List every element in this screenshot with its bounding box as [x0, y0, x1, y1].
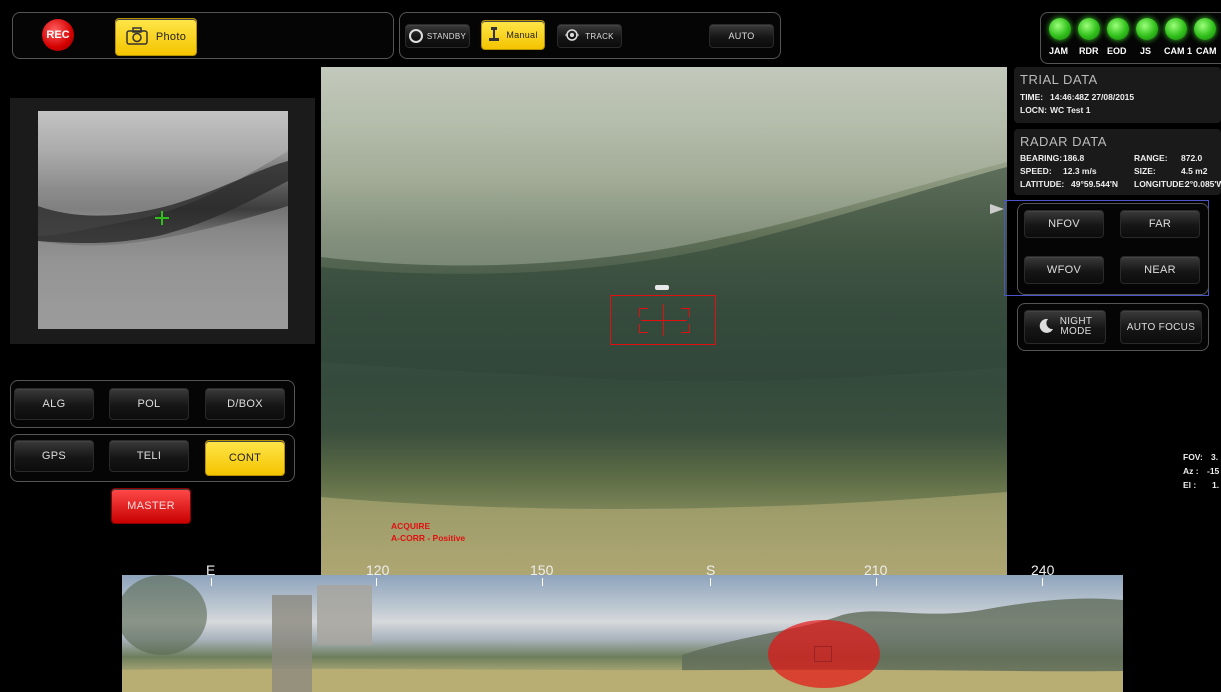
- track-label: TRACK: [585, 31, 614, 41]
- night-mode-text: NIGHT MODE: [1060, 317, 1093, 337]
- night-mode-label-2: MODE: [1060, 326, 1092, 337]
- status-led-cam: [1194, 18, 1216, 40]
- status-label-cam1: CAM 1: [1164, 46, 1193, 56]
- thermal-crosshair-icon: [155, 211, 169, 225]
- nfov-button[interactable]: NFOV: [1024, 210, 1104, 238]
- wfov-label: WFOV: [1046, 264, 1082, 276]
- auto-label: AUTO: [728, 31, 755, 41]
- radar-bearing-label: BEARING:: [1020, 153, 1063, 163]
- radar-speed-label: SPEED:: [1020, 166, 1052, 176]
- compass-tickmark-240: [1042, 578, 1043, 586]
- acorr-status: A-CORR - Positive: [391, 533, 466, 543]
- photo-label: Photo: [155, 31, 187, 43]
- rec-label: REC: [46, 29, 70, 41]
- radar-speed-value: 12.3 m/s: [1063, 166, 1097, 176]
- teli-button[interactable]: TELI: [109, 440, 189, 472]
- radar-range-label: RANGE:: [1134, 153, 1168, 163]
- trial-locn-value: WC Test 1: [1050, 105, 1091, 115]
- compass-tickmark-210: [876, 578, 877, 586]
- manual-label: Manual: [506, 30, 538, 40]
- teli-label: TELI: [136, 450, 162, 462]
- status-label-jam: JAM: [1049, 46, 1069, 56]
- target-reticle[interactable]: [610, 295, 716, 345]
- master-label: MASTER: [127, 500, 175, 512]
- status-led-rdr: [1078, 18, 1100, 40]
- gps-label: GPS: [41, 450, 67, 462]
- far-button[interactable]: FAR: [1120, 210, 1200, 238]
- near-button[interactable]: NEAR: [1120, 256, 1200, 284]
- cont-label: CONT: [228, 452, 262, 464]
- trial-locn-label: LOCN:: [1020, 105, 1047, 115]
- radar-longitude-value: 2°0.085'W: [1185, 179, 1221, 189]
- night-mode-button[interactable]: NIGHT MODE: [1024, 310, 1106, 344]
- status-label-js: JS: [1140, 46, 1152, 56]
- fov-value: 3.: [1211, 452, 1219, 462]
- standby-icon: [408, 29, 423, 43]
- moon-icon: [1038, 318, 1054, 337]
- gps-button[interactable]: GPS: [14, 440, 94, 472]
- alg-label: ALG: [42, 398, 66, 410]
- radar-size-value: 4.5 m2: [1181, 166, 1208, 176]
- nfov-label: NFOV: [1048, 218, 1080, 230]
- acquire-status: ACQUIRE: [391, 521, 431, 531]
- auto-button[interactable]: AUTO: [709, 24, 774, 48]
- cont-button[interactable]: CONT: [205, 440, 285, 476]
- compass-tickmark-e: [211, 578, 212, 586]
- trial-time-value: 14:46:48Z 27/08/2015: [1050, 92, 1135, 102]
- el-label: El :: [1183, 480, 1197, 490]
- fov-label: FOV:: [1183, 452, 1203, 462]
- radar-target-box-icon: [814, 646, 832, 662]
- az-label: Az :: [1183, 466, 1199, 476]
- panel-collapse-arrow-icon[interactable]: [990, 204, 1004, 214]
- compass-tickmark-150: [542, 578, 543, 586]
- status-led-jam: [1049, 18, 1071, 40]
- az-value: -15: [1207, 466, 1220, 476]
- status-led-js: [1136, 18, 1158, 40]
- status-label-cam: CAM: [1196, 46, 1217, 56]
- main-camera-view[interactable]: [321, 67, 1007, 575]
- dbox-button[interactable]: D/BOX: [205, 388, 285, 420]
- status-label-eod: EOD: [1107, 46, 1127, 56]
- alg-button[interactable]: ALG: [14, 388, 94, 420]
- track-button[interactable]: TRACK: [557, 24, 622, 48]
- rec-button[interactable]: REC: [42, 19, 74, 51]
- dbox-label: D/BOX: [227, 398, 263, 410]
- standby-label: STANDBY: [426, 31, 467, 41]
- radar-target-ellipse[interactable]: [768, 620, 880, 688]
- target-icon: [565, 28, 580, 44]
- compass-tickmark-s: [710, 578, 711, 586]
- thermal-camera-view[interactable]: [38, 111, 288, 329]
- manual-button[interactable]: Manual: [481, 20, 545, 50]
- drone-target-icon: [655, 285, 669, 290]
- trial-time-label: TIME:: [1020, 92, 1044, 102]
- pol-label: POL: [137, 398, 161, 410]
- wfov-button[interactable]: WFOV: [1024, 256, 1104, 284]
- status-led-eod: [1107, 18, 1129, 40]
- panorama-view[interactable]: [122, 575, 1123, 692]
- auto-focus-button[interactable]: AUTO FOCUS: [1120, 310, 1202, 344]
- trial-data-title: TRIAL DATA: [1020, 72, 1098, 87]
- standby-button[interactable]: STANDBY: [405, 24, 470, 48]
- radar-data-title: RADAR DATA: [1020, 134, 1107, 149]
- compass-tickmark-120: [376, 578, 377, 586]
- radar-range-value: 872.0: [1181, 153, 1203, 163]
- status-label-rdr: RDR: [1079, 46, 1099, 56]
- radar-latitude-value: 49°59.544'N: [1071, 179, 1119, 189]
- radar-latitude-label: LATITUDE:: [1020, 179, 1065, 189]
- radar-bearing-value: 186.8: [1063, 153, 1085, 163]
- pol-button[interactable]: POL: [109, 388, 189, 420]
- far-label: FAR: [1148, 218, 1172, 230]
- near-label: NEAR: [1144, 264, 1176, 276]
- photo-button[interactable]: Photo: [115, 18, 197, 56]
- el-value: 1.: [1212, 480, 1220, 490]
- radar-longitude-label: LONGITUDE:: [1134, 179, 1187, 189]
- master-button[interactable]: MASTER: [111, 488, 191, 524]
- radar-size-label: SIZE:: [1134, 166, 1156, 176]
- status-led-cam1: [1165, 18, 1187, 40]
- joystick-icon: [488, 26, 500, 44]
- camera-icon: [126, 26, 148, 48]
- auto-focus-label: AUTO FOCUS: [1126, 321, 1196, 333]
